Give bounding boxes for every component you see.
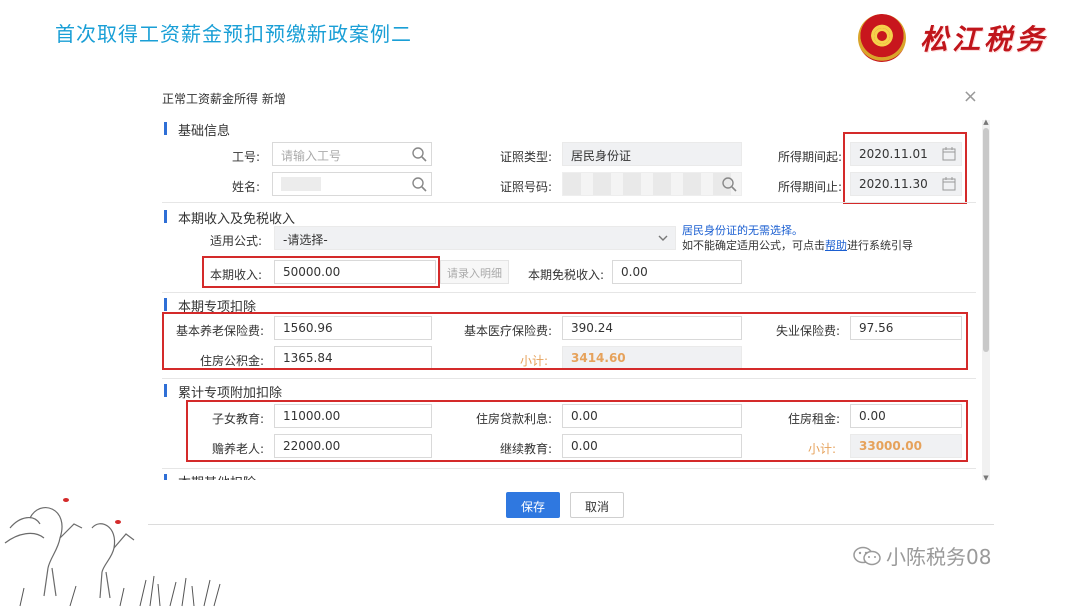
period-end-input[interactable]: 2020.11.30 xyxy=(850,172,962,196)
section-income: 本期收入及免税收入 xyxy=(164,208,295,227)
logo-brand-text: 松江税务 xyxy=(920,23,1049,56)
unemployment-label: 失业保险费: xyxy=(775,324,840,338)
housing-fund-input[interactable]: 1365.84 xyxy=(274,346,432,370)
section-divider xyxy=(162,378,976,379)
id-type-field: 居民身份证 xyxy=(562,142,742,166)
tax-free-label: 本期免税收入: xyxy=(527,268,604,282)
formula-help-note: 如不能确定适用公式，可点击帮助进行系统引导 xyxy=(682,237,913,253)
id-no-label: 证照号码: xyxy=(499,180,552,194)
current-income-label: 本期收入: xyxy=(209,268,262,282)
search-icon[interactable] xyxy=(721,176,737,192)
current-income-input[interactable]: 50000.00 xyxy=(274,260,436,284)
section-cumulative-deduction: 累计专项附加扣除 xyxy=(164,382,282,401)
help-note-prefix: 如不能确定适用公式，可点击 xyxy=(682,239,825,252)
children-input[interactable]: 11000.00 xyxy=(274,404,432,428)
name-input[interactable] xyxy=(272,172,432,196)
name-label: 姓名: xyxy=(231,180,260,194)
scroll-up-icon[interactable]: ▲ xyxy=(982,118,990,126)
section-divider xyxy=(162,468,976,469)
dialog-title: 正常工资薪金所得 新增 xyxy=(162,92,286,106)
songjiang-tax-logo: 松江税务 xyxy=(858,12,1068,64)
continuing-edu-input[interactable]: 0.00 xyxy=(562,434,742,458)
special-subtotal-field: 3414.60 xyxy=(562,346,742,370)
section-divider xyxy=(162,292,976,293)
dialog-scrollbar[interactable]: ▲ ▼ xyxy=(982,118,990,482)
section-basic-info: 基础信息 xyxy=(164,120,230,139)
period-start-value: 2020.11.01 xyxy=(859,147,928,161)
chevron-down-icon xyxy=(658,235,668,241)
job-no-label: 工号: xyxy=(231,150,260,164)
formula-label: 适用公式: xyxy=(209,234,262,248)
enter-detail-button[interactable]: 请录入明细 xyxy=(440,260,509,284)
children-label: 子女教育: xyxy=(211,412,264,426)
medical-label: 基本医疗保险费: xyxy=(463,324,552,338)
cancel-button[interactable]: 取消 xyxy=(570,492,625,518)
rent-input[interactable]: 0.00 xyxy=(850,404,962,428)
elderly-input[interactable]: 22000.00 xyxy=(274,434,432,458)
period-end-label: 所得期间止: xyxy=(777,180,842,194)
period-start-label: 所得期间起: xyxy=(777,150,842,164)
search-icon[interactable] xyxy=(411,146,427,162)
pension-label: 基本养老保险费: xyxy=(175,324,264,338)
formula-select-value: -请选择- xyxy=(283,233,328,247)
section-special-deduction: 本期专项扣除 xyxy=(164,296,256,315)
period-end-value: 2020.11.30 xyxy=(859,177,928,191)
job-no-input[interactable]: 请输入工号 xyxy=(272,142,432,166)
housing-fund-label: 住房公积金: xyxy=(199,354,264,368)
scrollbar-thumb[interactable] xyxy=(983,128,989,352)
dialog-footer-divider xyxy=(148,524,994,525)
section-other-deduction: 本期其他扣除 xyxy=(164,472,256,480)
job-no-placeholder: 请输入工号 xyxy=(281,149,342,163)
id-type-label: 证照类型: xyxy=(499,150,552,164)
calendar-icon[interactable] xyxy=(941,146,957,162)
special-subtotal-label: 小计: xyxy=(520,354,549,368)
cumulative-subtotal-field: 33000.00 xyxy=(850,434,962,458)
name-redacted xyxy=(281,177,321,191)
id-no-input[interactable] xyxy=(562,172,742,196)
cumulative-subtotal-label: 小计: xyxy=(808,442,837,456)
wechat-icon xyxy=(853,546,881,566)
calendar-icon[interactable] xyxy=(941,176,957,192)
save-button[interactable]: 保存 xyxy=(506,492,561,518)
formula-note: 居民身份证的无需选择。 xyxy=(682,224,803,237)
formula-select[interactable]: -请选择- xyxy=(274,226,676,250)
pension-input[interactable]: 1560.96 xyxy=(274,316,432,340)
watermark-text: 小陈税务08 xyxy=(886,545,992,569)
section-divider xyxy=(162,202,976,203)
unemployment-input[interactable]: 97.56 xyxy=(850,316,962,340)
search-icon[interactable] xyxy=(411,176,427,192)
medical-input[interactable]: 390.24 xyxy=(562,316,742,340)
mortgage-label: 住房贷款利息: xyxy=(475,412,552,426)
dialog-form-body: 基础信息 工号: 请输入工号 姓名: 证照类型: 居民身份证 证照号码: 所得期… xyxy=(148,116,994,480)
mortgage-input[interactable]: 0.00 xyxy=(562,404,742,428)
continuing-edu-label: 继续教育: xyxy=(499,442,552,456)
scroll-down-icon[interactable]: ▼ xyxy=(982,474,990,482)
tax-free-input[interactable]: 0.00 xyxy=(612,260,742,284)
period-start-input[interactable]: 2020.11.01 xyxy=(850,142,962,166)
slide-title: 首次取得工资薪金预扣预缴新政案例二 xyxy=(55,22,412,46)
help-note-suffix: 进行系统引导 xyxy=(847,239,913,252)
elderly-label: 赡养老人: xyxy=(211,442,264,456)
help-link[interactable]: 帮助 xyxy=(825,239,847,252)
tax-emblem-icon xyxy=(858,14,906,62)
salary-income-dialog: 正常工资薪金所得 新增 × 基础信息 工号: 请输入工号 姓名: 证照类型: 居… xyxy=(148,80,994,528)
rent-label: 住房租金: xyxy=(787,412,840,426)
close-icon[interactable]: × xyxy=(963,86,978,107)
